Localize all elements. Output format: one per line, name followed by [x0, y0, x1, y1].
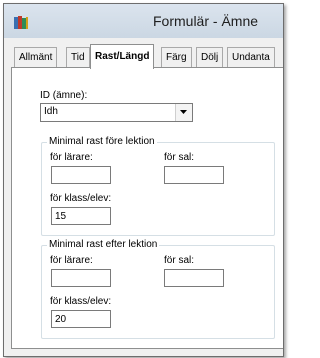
id-dropdown-value: Idh	[44, 106, 58, 117]
id-dropdown[interactable]: Idh	[40, 103, 193, 122]
chevron-down-icon	[180, 110, 187, 114]
after-class-label: för klass/elev:	[50, 296, 112, 307]
group-after-lesson: Minimal rast efter lektion för lärare: f…	[41, 239, 275, 339]
tab-allmant[interactable]: Allmänt	[14, 47, 58, 68]
before-class-label: för klass/elev:	[50, 193, 112, 204]
tab-farg[interactable]: Färg	[161, 47, 192, 68]
id-label: ID (ämne):	[40, 90, 88, 101]
tab-tid[interactable]: Tid	[66, 47, 90, 68]
dialog-window: Formulär - Ämne Allmänt Tid Rast/Längd F…	[3, 3, 284, 357]
after-room-label: för sal:	[164, 255, 195, 266]
group-before-title: Minimal rast före lektion	[47, 136, 157, 147]
books-icon	[14, 16, 28, 29]
tab-strip: Allmänt Tid Rast/Längd Färg Dölj Undanta	[4, 44, 283, 69]
group-before-lesson: Minimal rast före lektion för lärare: fö…	[41, 136, 275, 236]
before-class-input[interactable]: 15	[51, 207, 111, 225]
tab-undantag[interactable]: Undanta	[227, 47, 275, 68]
before-room-input[interactable]	[164, 166, 224, 184]
before-teacher-input[interactable]	[51, 166, 111, 184]
title-bar[interactable]: Formulär - Ämne	[4, 4, 283, 38]
after-teacher-label: för lärare:	[50, 255, 93, 266]
before-teacher-label: för lärare:	[50, 152, 93, 163]
group-after-title: Minimal rast efter lektion	[47, 239, 160, 250]
window-title: Formulär - Ämne	[153, 13, 259, 29]
dropdown-arrow-button[interactable]	[175, 104, 192, 121]
after-room-input[interactable]	[164, 269, 224, 287]
after-class-input[interactable]: 20	[51, 310, 111, 328]
tab-panel: ID (ämne): Idh Minimal rast före lektion…	[11, 67, 283, 349]
tab-rast-langd[interactable]: Rast/Längd	[90, 44, 155, 69]
after-teacher-input[interactable]	[51, 269, 111, 287]
before-room-label: för sal:	[164, 152, 195, 163]
tab-dolj[interactable]: Dölj	[196, 47, 224, 68]
